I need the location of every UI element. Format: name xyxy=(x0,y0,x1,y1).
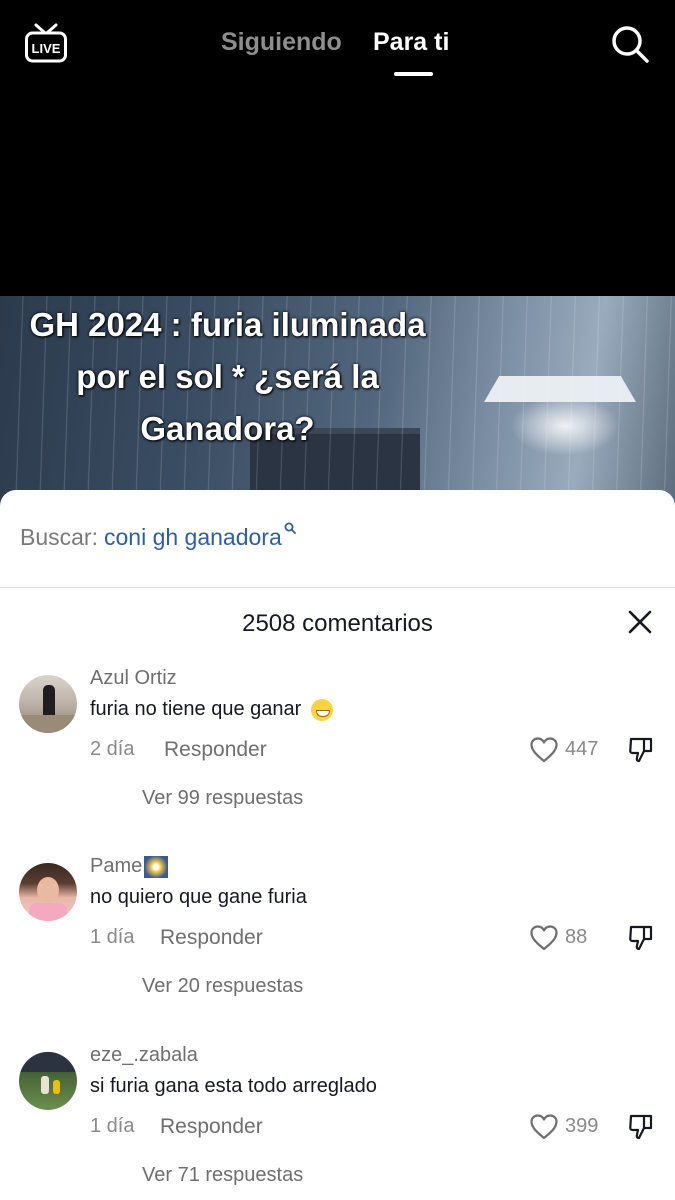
search-icon[interactable] xyxy=(610,24,650,64)
like-count: 399 xyxy=(565,1115,599,1137)
comment-text-body: furia no tiene que ganar xyxy=(90,698,302,720)
tab-following[interactable]: Siguiendo xyxy=(221,28,342,57)
comment-search-suggestion[interactable]: Buscar: coni gh ganadora xyxy=(20,522,296,551)
live-label: LIVE xyxy=(32,41,61,56)
live-icon[interactable]: LIVE xyxy=(24,22,68,64)
tab-for-you[interactable]: Para ti xyxy=(373,28,449,57)
avatar[interactable] xyxy=(19,863,77,921)
close-icon[interactable] xyxy=(626,608,654,636)
comment-time: 1 día xyxy=(90,926,135,948)
like-count: 447 xyxy=(565,738,599,760)
comment-count: 2508 comentarios xyxy=(242,610,433,637)
comment-item: Pame no quiero que gane furia 1 día Resp… xyxy=(0,855,675,1042)
reply-button[interactable]: Responder xyxy=(160,926,263,950)
dislike-icon[interactable] xyxy=(628,1113,654,1141)
comment-username[interactable]: eze_.zabala xyxy=(90,1044,198,1067)
reply-button[interactable]: Responder xyxy=(160,1115,263,1139)
comment-time: 2 día xyxy=(90,738,135,760)
like-count: 88 xyxy=(565,926,588,948)
comment-username[interactable]: Pame xyxy=(90,855,169,878)
app-screen: LIVE Siguiendo Para ti GH 2024 : furia i… xyxy=(0,0,675,1200)
active-tab-indicator xyxy=(394,72,433,76)
search-label: Buscar: xyxy=(20,524,98,550)
view-replies-button[interactable]: Ver 99 respuestas xyxy=(142,787,303,810)
view-replies-button[interactable]: Ver 20 respuestas xyxy=(142,975,303,998)
divider xyxy=(0,587,675,588)
heart-icon[interactable] xyxy=(530,737,558,763)
video-caption: GH 2024 : furia iluminada por el sol * ¿… xyxy=(0,299,455,455)
view-replies-button[interactable]: Ver 71 respuestas xyxy=(142,1164,303,1187)
grinning-face-icon xyxy=(310,698,333,721)
comment-username[interactable]: Azul Ortiz xyxy=(90,667,177,690)
comment-text: furia no tiene que ganar xyxy=(90,698,333,721)
avatar[interactable] xyxy=(19,675,77,733)
heart-icon[interactable] xyxy=(530,925,558,951)
video-player[interactable]: GH 2024 : furia iluminada por el sol * ¿… xyxy=(0,296,675,516)
search-query-link[interactable]: coni gh ganadora xyxy=(104,524,282,550)
reply-button[interactable]: Responder xyxy=(164,738,267,762)
comment-item: eze_.zabala si furia gana esta todo arre… xyxy=(0,1044,675,1200)
avatar[interactable] xyxy=(19,1052,77,1110)
caption-line: Ganadora? xyxy=(140,410,315,447)
comment-time: 1 día xyxy=(90,1115,135,1137)
comments-sheet: Buscar: coni gh ganadora 2508 comentarios… xyxy=(0,490,675,1200)
comment-item: Azul Ortiz furia no tiene que ganar 2 dí… xyxy=(0,667,675,854)
comment-username-text: Pame xyxy=(90,855,143,877)
sparkle-icon xyxy=(144,855,169,878)
search-icon xyxy=(284,522,296,534)
heart-icon[interactable] xyxy=(530,1114,558,1140)
caption-line: GH 2024 : furia iluminada xyxy=(29,306,426,343)
dislike-icon[interactable] xyxy=(628,924,654,952)
comment-text: no quiero que gane furia xyxy=(90,886,307,908)
comment-text: si furia gana esta todo arreglado xyxy=(90,1075,377,1097)
caption-line: por el sol * ¿será la xyxy=(76,358,379,395)
dislike-icon[interactable] xyxy=(628,736,654,764)
top-navigation: LIVE Siguiendo Para ti xyxy=(0,0,675,100)
